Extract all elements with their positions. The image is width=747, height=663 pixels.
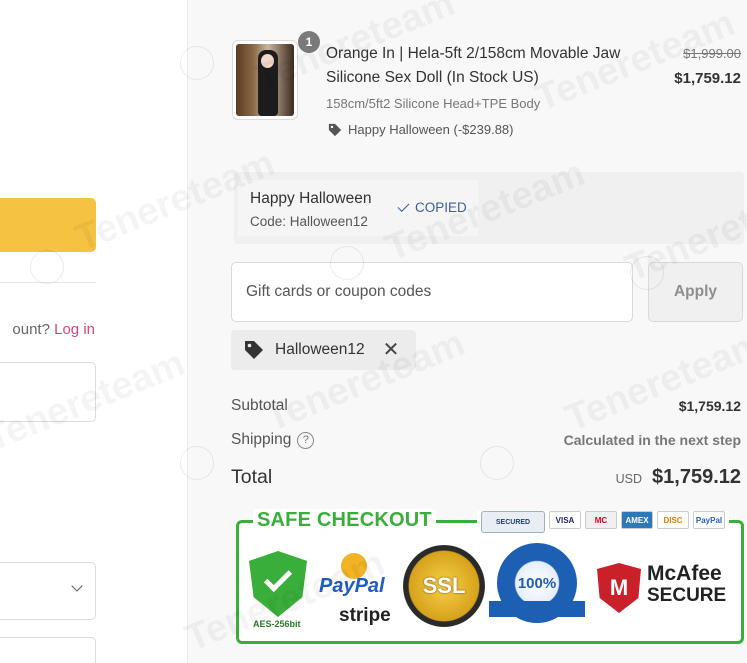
copied-label: COPIED [415, 200, 467, 215]
shipping-label: Shipping [231, 431, 292, 448]
price-original: $1,999.00 [683, 46, 741, 61]
promo-banner [234, 172, 744, 244]
paypal-card-logo: PayPal [693, 511, 725, 529]
mcafee-shield-icon: M [597, 563, 641, 613]
aes-label: AES-256bit [253, 619, 301, 629]
copied-status[interactable]: COPIED [397, 199, 467, 215]
mastercard-logo: MC [585, 511, 617, 529]
visa-logo: VISA [549, 511, 581, 529]
coupon-placeholder: Gift cards or coupon codes [246, 283, 432, 300]
login-link[interactable]: Log in [54, 321, 95, 338]
shipping-row-label: Shipping? [231, 431, 315, 449]
guarantee-ribbon [489, 601, 585, 617]
remove-coupon-icon[interactable]: ✕ [383, 340, 400, 360]
checkout-form-panel: ount? Log in [0, 0, 187, 663]
amex-logo: AMEX [621, 511, 653, 529]
contact-email-field[interactable] [0, 362, 96, 422]
ssl-secured-badge: SECURED [481, 511, 545, 533]
subtotal-value: $1,759.12 [678, 398, 741, 414]
check-icon [397, 199, 410, 213]
coupon-input[interactable]: Gift cards or coupon codes [231, 262, 633, 322]
account-prompt: ount? Log in [12, 321, 95, 338]
guarantee-label: 100% [517, 574, 557, 592]
tag-icon [328, 123, 342, 136]
product-image [236, 44, 294, 116]
applied-coupon-chip: Halloween12 ✕ [231, 330, 416, 370]
price-current: $1,759.12 [674, 70, 741, 87]
express-checkout-button[interactable] [0, 198, 96, 252]
payment-card-logos: SECURED VISA MC AMEX DISC PayPal [477, 511, 729, 533]
total-value: $1,759.12 [652, 466, 741, 488]
apply-button[interactable]: Apply [648, 262, 743, 322]
shipping-value: Calculated in the next step [563, 432, 741, 448]
ssl-seal-icon: SSL [403, 545, 485, 627]
safe-checkout-badge: SAFE CHECKOUT SECURED VISA MC AMEX DISC … [236, 509, 744, 644]
quantity-badge: 1 [298, 31, 320, 53]
total-currency: USD [615, 472, 642, 486]
item-discount: Happy Halloween (-$239.88) [328, 122, 513, 137]
safe-checkout-title: SAFE CHECKOUT [253, 509, 436, 532]
total-label: Total [231, 466, 273, 488]
promo-name: Happy Halloween [250, 190, 372, 207]
mcafee-name: McAfee [647, 562, 722, 585]
name-field[interactable] [0, 637, 96, 663]
paypal-logo: PayPal [319, 575, 385, 597]
product-thumbnail [232, 40, 298, 120]
mcafee-logo: McAfee SECURE [647, 563, 726, 607]
country-select[interactable] [0, 562, 96, 620]
promo-code: Code: Halloween12 [250, 214, 368, 229]
stripe-logo: stripe [339, 605, 391, 626]
item-discount-label: Happy Halloween (-$239.88) [348, 122, 514, 137]
chevron-down-icon [71, 580, 83, 592]
product-variant: 158cm/5ft2 Silicone Head+TPE Body [326, 96, 541, 111]
mcafee-secure: SECURE [647, 585, 727, 606]
subtotal-label: Subtotal [231, 397, 288, 414]
discover-logo: DISC [657, 511, 689, 529]
order-summary-panel: 1 Orange In | Hela-5ft 2/158cm Movable J… [187, 0, 747, 663]
divider [0, 282, 96, 283]
account-prompt-text: ount? [12, 321, 50, 338]
help-icon[interactable]: ? [297, 432, 315, 449]
applied-coupon-code: Halloween12 [275, 341, 365, 358]
tag-icon [245, 341, 263, 359]
ssl-label: SSL [422, 573, 466, 598]
product-title: Orange In | Hela-5ft 2/158cm Movable Jaw… [326, 45, 621, 86]
